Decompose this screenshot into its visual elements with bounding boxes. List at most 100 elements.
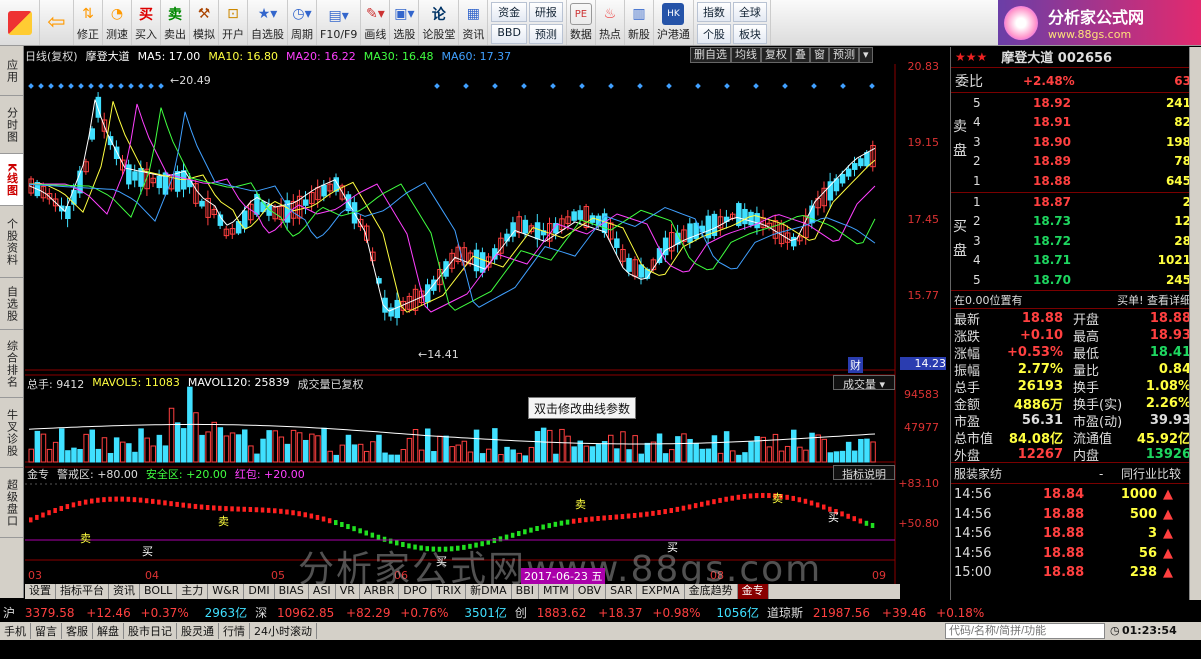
ask-row[interactable]: 1 18.88 645 — [951, 171, 1191, 190]
indicator-tab-17[interactable]: SAR — [606, 584, 638, 599]
event-marker[interactable] — [521, 83, 527, 89]
index-item-1[interactable]: 深 10962.85 +82.29 +0.76% 3501亿 — [255, 604, 507, 621]
capital-button[interactable]: 资金 — [491, 2, 527, 22]
status-item-service[interactable]: 客服 — [62, 623, 93, 639]
back-button[interactable]: ⇦ — [40, 0, 74, 45]
indicator-tab-1[interactable]: 指标平台 — [56, 584, 109, 599]
event-marker[interactable] — [148, 83, 154, 89]
indicator-tab-8[interactable]: ASI — [309, 584, 336, 599]
indicator-tab-5[interactable]: W&R — [208, 584, 245, 599]
indicator-tab-4[interactable]: 主力 — [177, 584, 209, 599]
toolbar-item-4[interactable]: ⚒ 模拟 — [190, 0, 219, 45]
toolbar-item-8[interactable]: ▤▾ F10/F9 — [317, 0, 362, 45]
forecast-button[interactable]: 预测 — [528, 24, 563, 44]
event-marker[interactable] — [88, 83, 94, 89]
event-marker[interactable] — [38, 83, 44, 89]
indicator-tab-2[interactable]: 资讯 — [109, 584, 140, 599]
tab-profile[interactable]: 个股资料 — [0, 206, 23, 278]
stock-button[interactable]: 个股 — [696, 24, 731, 44]
ask-row[interactable]: 2 18.89 78 — [951, 152, 1191, 171]
menu-button[interactable] — [0, 0, 40, 45]
sector-button[interactable]: 板块 — [732, 24, 767, 44]
event-marker[interactable] — [782, 83, 788, 89]
indicator-tab-10[interactable]: ARBR — [360, 584, 400, 599]
ma-button[interactable]: 均线 — [731, 47, 761, 63]
industry-label[interactable]: 服装家纺 — [954, 465, 1002, 482]
toolbar-item-0[interactable]: ⇅ 修正 — [74, 0, 103, 45]
overlay-button[interactable]: 叠 — [791, 47, 810, 63]
remove-watch-button[interactable]: 删自选 — [690, 47, 731, 63]
indicator-tab-14[interactable]: BBI — [512, 584, 539, 599]
index-button[interactable]: 指数 — [696, 2, 731, 22]
event-marker[interactable] — [48, 83, 54, 89]
kline-chart[interactable] — [25, 64, 900, 584]
status-item-quotes[interactable]: 行情 — [219, 623, 250, 639]
tab-kline[interactable]: K线图 — [0, 154, 23, 206]
indicator-tab-0[interactable]: 设置 — [25, 584, 56, 599]
toolbar-item-9[interactable]: ✎▾ 画线 — [361, 0, 391, 45]
indicator-tab-20[interactable]: 金专 — [737, 584, 769, 599]
event-marker[interactable] — [753, 83, 759, 89]
toolbar-item-7[interactable]: ◷▾ 周期 — [288, 0, 317, 45]
bid-row[interactable]: 5 18.70 245 — [951, 270, 1191, 289]
toolbar-item-11[interactable]: 论论股堂 — [419, 0, 460, 45]
status-item-news-scroll[interactable]: 24小时滚动 — [250, 623, 317, 639]
chart-dropdown-button[interactable]: ▾ — [859, 47, 873, 63]
tab-apps[interactable]: 应用 — [0, 46, 23, 96]
toolbar-hk-button[interactable]: HK 沪港通 — [654, 0, 694, 45]
toolbar-item-5[interactable]: ⊡ 开户 — [219, 0, 248, 45]
indicator-tab-13[interactable]: 新DMA — [466, 584, 512, 599]
volume-selector[interactable]: 成交量 ▾ — [833, 375, 895, 391]
finance-mark[interactable]: 财 — [848, 357, 863, 373]
event-marker[interactable] — [840, 83, 846, 89]
period-label[interactable]: 日线(复权) — [25, 48, 78, 64]
tab-intraday[interactable]: 分时图 — [0, 96, 23, 154]
event-marker[interactable] — [492, 83, 498, 89]
indicator-tab-18[interactable]: EXPMA — [637, 584, 685, 599]
indicator-tab-3[interactable]: BOLL — [140, 584, 178, 599]
research-button[interactable]: 研报 — [528, 2, 563, 22]
event-marker[interactable] — [118, 83, 124, 89]
indicator-tab-19[interactable]: 金底趋势 — [685, 584, 738, 599]
event-marker[interactable] — [58, 83, 64, 89]
bid-row[interactable]: 2 18.73 12 — [951, 212, 1191, 231]
bid-row[interactable]: 4 18.71 1021 — [951, 251, 1191, 270]
index-item-2[interactable]: 创 1883.62 +18.37 +0.98% 1056亿 — [515, 604, 759, 621]
event-marker[interactable] — [724, 83, 730, 89]
index-item-3[interactable]: 道琼斯 21987.56 +39.46 +0.18% — [767, 604, 996, 621]
status-item-stocklink[interactable]: 股灵通 — [177, 623, 219, 639]
event-marker[interactable] — [158, 83, 164, 89]
event-marker[interactable] — [550, 83, 556, 89]
event-marker[interactable] — [68, 83, 74, 89]
event-marker[interactable] — [138, 83, 144, 89]
event-marker[interactable] — [463, 83, 469, 89]
ask-row[interactable]: 3 18.90 198 — [951, 132, 1191, 151]
event-marker[interactable] — [579, 83, 585, 89]
toolbar-item-2[interactable]: 买买入 — [132, 0, 161, 45]
bid-row[interactable]: 3 18.72 28 — [951, 231, 1191, 250]
industry-compare-button[interactable]: 同行业比较 — [1121, 465, 1181, 482]
bbd-button[interactable]: BBD — [491, 24, 527, 44]
toolbar-item-6[interactable]: ★▾ 自选股 — [248, 0, 288, 45]
status-item-commentary[interactable]: 解盘 — [93, 623, 124, 639]
global-button[interactable]: 全球 — [732, 2, 767, 22]
indicator-tab-12[interactable]: TRIX — [432, 584, 467, 599]
indicator-tab-11[interactable]: DPO — [399, 584, 432, 599]
bid-row[interactable]: 1 18.87 2 — [951, 192, 1191, 211]
indicator-explain-button[interactable]: 指标说明 — [833, 465, 895, 481]
event-marker[interactable] — [128, 83, 134, 89]
event-marker[interactable] — [28, 83, 34, 89]
event-marker[interactable] — [608, 83, 614, 89]
event-marker[interactable] — [811, 83, 817, 89]
event-marker[interactable] — [637, 83, 643, 89]
toolbar-data-button[interactable]: PE 数据 — [567, 0, 596, 45]
toolbar-item-10[interactable]: ▣▾ 选股 — [390, 0, 420, 45]
index-item-0[interactable]: 沪 3379.58 +12.46 +0.37% 2963亿 — [3, 604, 247, 621]
quote-scrollbar[interactable] — [1189, 47, 1201, 600]
forecast-chart-button[interactable]: 预测 — [829, 47, 859, 63]
indicator-tab-9[interactable]: VR — [336, 584, 360, 599]
tab-ranking[interactable]: 综合排名 — [0, 330, 23, 398]
indicator-tab-16[interactable]: OBV — [574, 584, 607, 599]
event-marker[interactable] — [78, 83, 84, 89]
ask-row[interactable]: 5 18.92 241 — [951, 93, 1191, 112]
